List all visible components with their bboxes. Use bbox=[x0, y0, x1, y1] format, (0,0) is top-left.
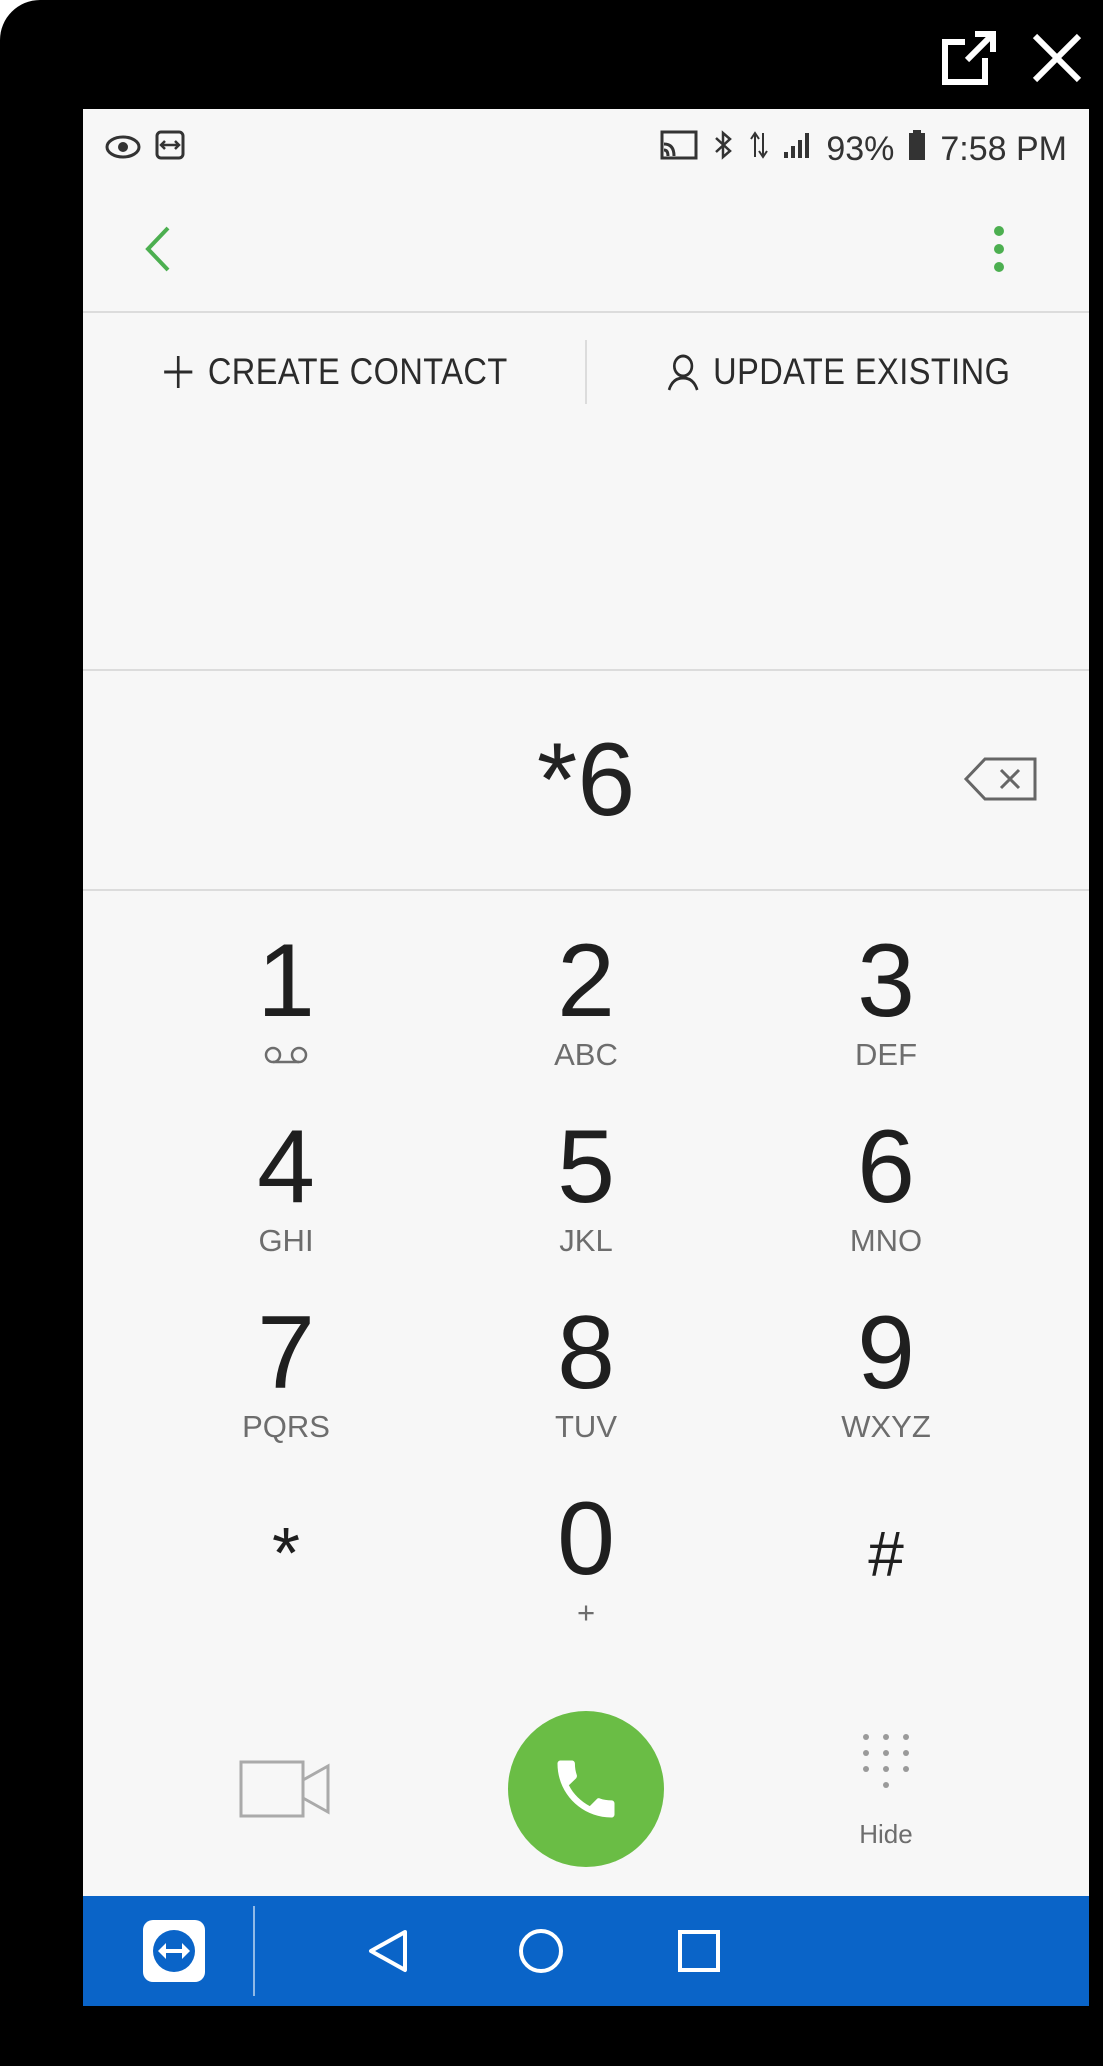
navigation-bar bbox=[83, 1896, 1089, 2006]
action-divider bbox=[585, 339, 587, 404]
key-digit: 8 bbox=[557, 1295, 615, 1411]
key-2[interactable]: 2 ABC bbox=[436, 923, 736, 1117]
key-0[interactable]: 0 + bbox=[436, 1481, 736, 1675]
key-7[interactable]: 7 PQRS bbox=[136, 1295, 436, 1489]
person-icon bbox=[667, 354, 699, 391]
battery-percent: 93% bbox=[826, 129, 895, 168]
key-1[interactable]: 1 bbox=[136, 923, 436, 1117]
status-bar: 93% 7:58 PM bbox=[83, 109, 1089, 189]
app-bar bbox=[83, 189, 1089, 309]
recents-square-icon bbox=[678, 1930, 720, 1972]
back-button[interactable] bbox=[128, 219, 188, 279]
more-options-button[interactable] bbox=[979, 219, 1019, 279]
key-4[interactable]: 4 GHI bbox=[136, 1109, 436, 1303]
hide-keypad-button[interactable]: Hide bbox=[736, 1689, 1036, 1889]
key-digit: * bbox=[271, 1514, 301, 1594]
plus-icon bbox=[163, 355, 193, 388]
key-letters: + bbox=[576, 1595, 596, 1630]
backspace-button[interactable] bbox=[963, 751, 1039, 807]
key-letters: WXYZ bbox=[841, 1409, 931, 1444]
nav-home-button[interactable] bbox=[506, 1916, 576, 1986]
divider bbox=[83, 311, 1089, 313]
key-letters: PQRS bbox=[242, 1409, 330, 1444]
create-contact-button[interactable]: CREATE CONTACT bbox=[113, 351, 555, 393]
nav-back-button[interactable] bbox=[353, 1916, 423, 1986]
more-vert-icon bbox=[994, 226, 1004, 272]
call-button[interactable] bbox=[508, 1711, 664, 1867]
key-digit: 5 bbox=[557, 1109, 615, 1225]
dialpad-icon bbox=[863, 1733, 909, 1788]
number-row: *6 bbox=[83, 671, 1089, 889]
keypad: 1 2 ABC 3 DEF 4 GHI 5 JKL 6 MNO 7 PQRS 8… bbox=[83, 923, 1089, 1675]
key-digit: 2 bbox=[557, 923, 615, 1039]
key-letters: GHI bbox=[258, 1223, 314, 1258]
key-6[interactable]: 6 MNO bbox=[736, 1109, 1036, 1303]
close-icon[interactable] bbox=[1027, 28, 1087, 88]
nav-recents-button[interactable] bbox=[664, 1916, 734, 1986]
key-letters: TUV bbox=[555, 1409, 617, 1444]
create-contact-label: CREATE CONTACT bbox=[207, 350, 508, 392]
key-3[interactable]: 3 DEF bbox=[736, 923, 1036, 1117]
clock: 7:58 PM bbox=[940, 129, 1067, 168]
contact-actions: CREATE CONTACT UPDATE EXISTING bbox=[83, 314, 1089, 429]
key-letters: ABC bbox=[554, 1037, 618, 1072]
home-circle-icon bbox=[519, 1929, 563, 1973]
phone-icon bbox=[557, 1760, 615, 1818]
key-digit: 0 bbox=[557, 1481, 615, 1597]
phone-screen: 93% 7:58 PM CREATE CONTACT UPDATE EXISTI… bbox=[83, 109, 1089, 2006]
video-call-button[interactable] bbox=[136, 1689, 436, 1889]
nav-divider bbox=[253, 1906, 255, 1996]
key-letters: JKL bbox=[559, 1223, 613, 1258]
teamviewer-icon bbox=[153, 1930, 195, 1972]
key-9[interactable]: 9 WXYZ bbox=[736, 1295, 1036, 1489]
key-hash[interactable]: # bbox=[736, 1489, 1036, 1675]
backspace-icon bbox=[963, 757, 1037, 801]
key-digit: 6 bbox=[857, 1109, 915, 1225]
key-digit: # bbox=[868, 1518, 904, 1590]
key-5[interactable]: 5 JKL bbox=[436, 1109, 736, 1303]
update-existing-button[interactable]: UPDATE EXISTING bbox=[617, 351, 1059, 393]
dialer-bottom-row: Hide bbox=[83, 1689, 1089, 1889]
device-frame: 93% 7:58 PM CREATE CONTACT UPDATE EXISTI… bbox=[0, 0, 1103, 2066]
key-digit: 4 bbox=[257, 1109, 315, 1225]
key-letters: DEF bbox=[855, 1037, 917, 1072]
signal-icon bbox=[782, 130, 812, 169]
hide-label: Hide bbox=[859, 1818, 913, 1849]
teamviewer-button[interactable] bbox=[143, 1920, 205, 1982]
call-cell bbox=[436, 1689, 736, 1889]
key-star[interactable]: * bbox=[136, 1489, 436, 1675]
bluetooth-icon bbox=[712, 129, 736, 170]
back-triangle-icon bbox=[369, 1930, 407, 1972]
dialed-number[interactable]: *6 bbox=[83, 671, 1089, 889]
battery-icon bbox=[908, 129, 926, 170]
key-letters: MNO bbox=[849, 1223, 923, 1258]
key-digit: 1 bbox=[257, 923, 315, 1039]
teamviewer-small-icon bbox=[155, 130, 185, 169]
key-digit: 9 bbox=[857, 1295, 915, 1411]
eye-icon bbox=[105, 130, 141, 169]
key-digit: 7 bbox=[257, 1295, 315, 1411]
key-digit: 3 bbox=[857, 923, 915, 1039]
cast-icon bbox=[660, 130, 698, 169]
divider bbox=[83, 889, 1089, 891]
open-external-icon[interactable] bbox=[939, 28, 999, 88]
data-arrows-icon bbox=[750, 129, 769, 170]
voicemail-icon bbox=[262, 1037, 310, 1073]
key-8[interactable]: 8 TUV bbox=[436, 1295, 736, 1489]
video-call-icon bbox=[239, 1760, 330, 1818]
update-existing-label: UPDATE EXISTING bbox=[713, 350, 1011, 392]
window-controls bbox=[939, 28, 1087, 88]
chevron-left-icon bbox=[145, 226, 170, 272]
